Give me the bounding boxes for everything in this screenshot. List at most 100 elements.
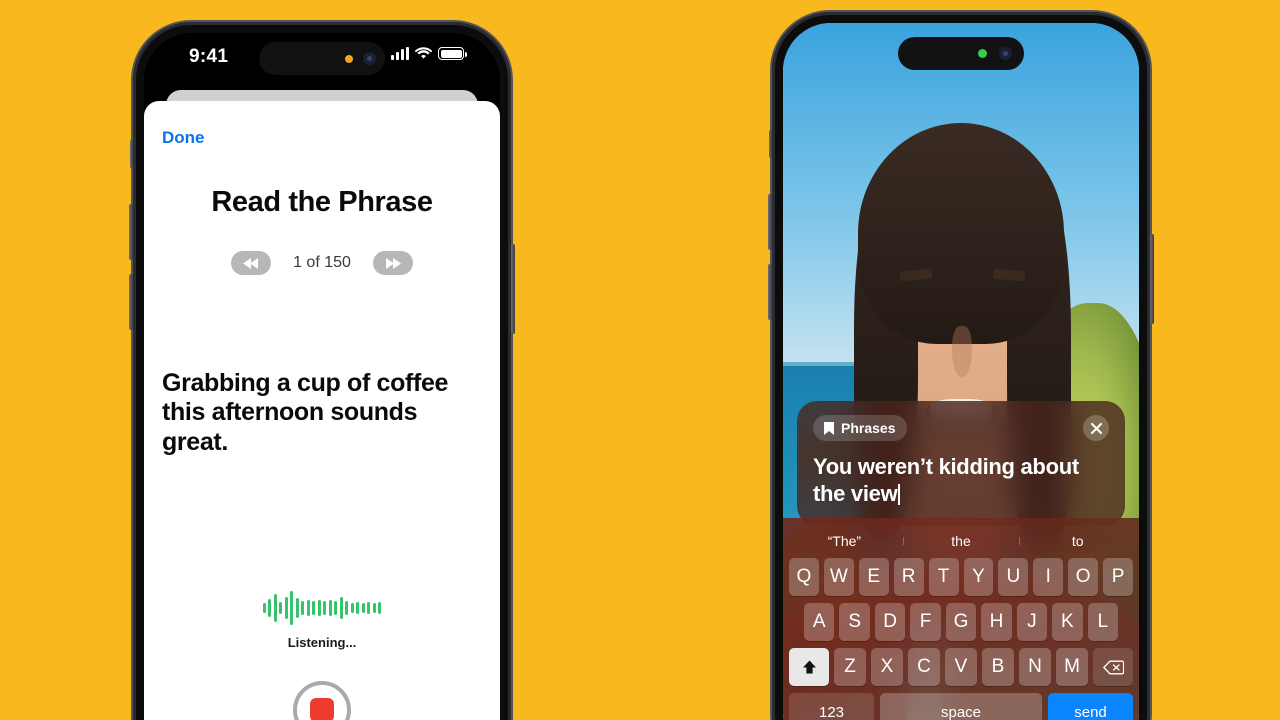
waveform-bar	[350, 603, 354, 613]
shift-icon	[802, 660, 816, 673]
key-q[interactable]: Q	[788, 558, 819, 596]
waveform-bar	[295, 598, 299, 618]
screenshot-stage: 9:41 Done Read the Phrase 1 of 150 Grabb…	[0, 0, 1280, 720]
next-phrase-button[interactable]	[372, 251, 413, 275]
key-m[interactable]: M	[1056, 648, 1088, 686]
done-button[interactable]: Done	[162, 128, 205, 148]
power-button[interactable]	[1150, 234, 1154, 324]
waveform-bar	[328, 600, 332, 616]
key-h[interactable]: H	[981, 603, 1012, 641]
dynamic-island	[259, 42, 385, 75]
suggestion-item[interactable]: “The”	[786, 533, 903, 549]
right-phone-device: Phrases You weren’t kidding about the vi…	[768, 12, 1154, 720]
key-t[interactable]: T	[928, 558, 959, 596]
key-x[interactable]: X	[871, 648, 903, 686]
key-g[interactable]: G	[945, 603, 977, 641]
key-e[interactable]: E	[858, 558, 889, 596]
key-n[interactable]: N	[1019, 648, 1051, 686]
dynamic-island	[898, 37, 1024, 70]
close-button[interactable]	[1083, 415, 1109, 441]
key-s[interactable]: S	[839, 603, 870, 641]
volume-up-button[interactable]	[129, 204, 133, 260]
phrases-card-text: You weren’t kidding about the view	[813, 454, 1079, 507]
keyboard-row-4: 123 space send	[786, 693, 1136, 720]
key-d[interactable]: D	[874, 603, 906, 641]
read-phrase-sheet: Done Read the Phrase 1 of 150 Grabbing a…	[144, 101, 500, 720]
listening-indicator: Listening...	[144, 589, 500, 650]
key-z[interactable]: Z	[834, 648, 866, 686]
key-k[interactable]: K	[1052, 603, 1083, 641]
suggestion-bar: “The” the to	[786, 524, 1136, 558]
phrases-card-text-wrap[interactable]: You weren’t kidding about the view	[813, 453, 1109, 508]
phrase-counter: 1 of 150	[293, 254, 351, 271]
key-i[interactable]: I	[1033, 558, 1064, 596]
action-button[interactable]	[130, 140, 133, 168]
key-u[interactable]: U	[998, 558, 1029, 596]
waveform-bar	[301, 601, 305, 615]
waveform-bar	[284, 597, 288, 619]
close-icon	[1090, 422, 1102, 434]
right-phone-screen: Phrases You weren’t kidding about the vi…	[783, 23, 1139, 720]
phrases-card: Phrases You weren’t kidding about the vi…	[797, 401, 1125, 526]
status-bar-time: 9:41	[189, 46, 229, 67]
volume-down-button[interactable]	[129, 274, 133, 330]
key-v[interactable]: V	[945, 648, 977, 686]
stop-square-icon	[310, 698, 334, 720]
delete-key[interactable]	[1093, 648, 1133, 686]
bookmark-icon	[824, 421, 834, 435]
waveform-bar	[334, 601, 338, 615]
action-button[interactable]	[769, 130, 772, 158]
waveform-bar	[356, 602, 360, 614]
keyboard-row-1: QWERTYUIOP	[786, 558, 1136, 596]
left-phone-device: 9:41 Done Read the Phrase 1 of 150 Grabb…	[129, 22, 515, 720]
key-r[interactable]: R	[893, 558, 924, 596]
waveform-bar	[323, 601, 327, 615]
waveform-bar	[290, 591, 294, 625]
phrases-card-header: Phrases	[813, 415, 1109, 441]
key-c[interactable]: C	[908, 648, 940, 686]
stop-recording-button[interactable]	[293, 681, 351, 720]
key-f[interactable]: F	[910, 603, 941, 641]
mic-in-use-dot-icon	[345, 54, 353, 63]
listening-label: Listening...	[287, 635, 357, 650]
suggestion-item[interactable]: to	[1019, 533, 1136, 549]
previous-phrase-button[interactable]	[231, 251, 272, 275]
battery-icon	[438, 47, 467, 60]
suggestion-item[interactable]: the	[902, 533, 1020, 549]
page-title: Read the Phrase	[211, 186, 433, 218]
waveform-bar	[279, 602, 283, 614]
waveform-bar	[262, 603, 266, 613]
key-l[interactable]: L	[1087, 603, 1118, 641]
fast-forward-icon	[385, 257, 401, 269]
waveform-bar	[372, 603, 376, 613]
waveform-bar	[273, 594, 277, 622]
key-j[interactable]: J	[1016, 603, 1048, 641]
wifi-icon	[415, 47, 432, 59]
phrase-navigation: 1 of 150	[144, 251, 500, 275]
power-button[interactable]	[511, 244, 515, 334]
waveform-bar	[367, 602, 371, 614]
key-p[interactable]: P	[1103, 558, 1134, 596]
status-bar-indicators	[391, 47, 467, 60]
key-a[interactable]: A	[804, 603, 835, 641]
waveform-bar	[345, 601, 349, 615]
phrases-badge-label: Phrases	[841, 420, 896, 436]
space-key[interactable]: space	[880, 693, 1042, 720]
waveform-bar	[361, 603, 365, 613]
shift-key[interactable]	[789, 648, 829, 686]
volume-down-button[interactable]	[768, 264, 772, 320]
numbers-key[interactable]: 123	[789, 693, 874, 720]
onscreen-keyboard: “The” the to QWERTYUIOP ASDFGHJKL ZXCVBNM	[783, 518, 1139, 720]
key-o[interactable]: O	[1068, 558, 1099, 596]
key-y[interactable]: Y	[963, 558, 994, 596]
text-cursor-icon	[898, 484, 901, 506]
status-bar: 9:41	[144, 33, 500, 85]
send-key[interactable]: send	[1048, 693, 1133, 720]
phrase-text: Grabbing a cup of coffee this afternoon …	[162, 369, 449, 456]
phrases-badge[interactable]: Phrases	[813, 415, 908, 441]
audio-waveform	[262, 589, 382, 627]
volume-up-button[interactable]	[768, 194, 772, 250]
key-w[interactable]: W	[823, 558, 854, 596]
waveform-bar	[317, 600, 321, 616]
key-b[interactable]: B	[982, 648, 1014, 686]
